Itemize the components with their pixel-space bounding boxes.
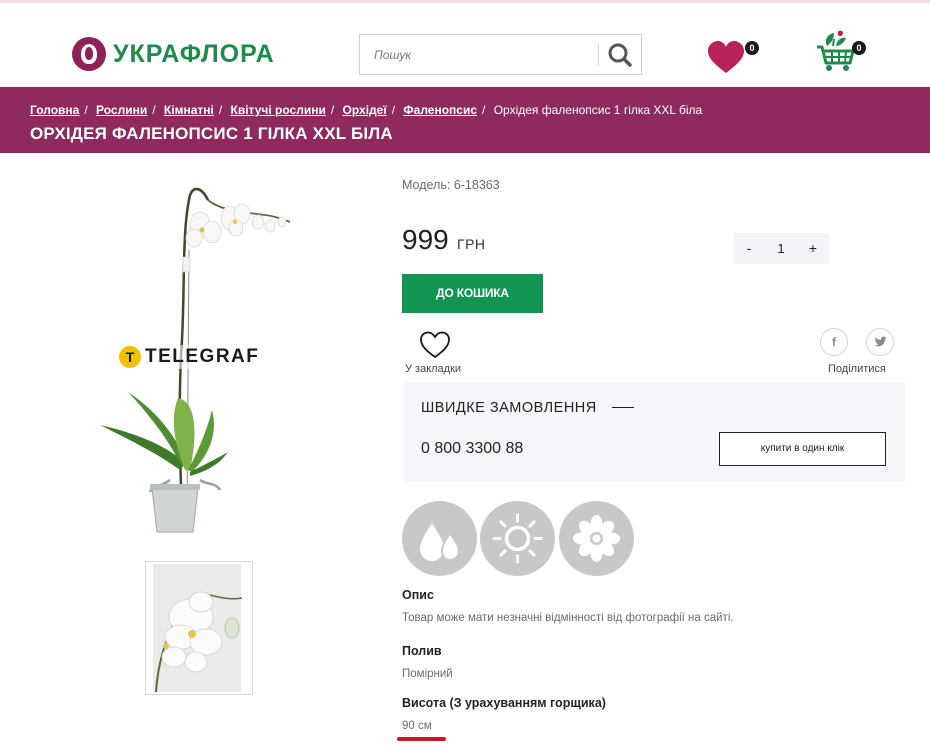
watering-label: Полив bbox=[402, 644, 442, 658]
breadcrumb: Головна / Рослини / Кімнатні / Квітучі росл… bbox=[30, 103, 703, 117]
breadcrumb-flowering[interactable]: Квітучі рослини bbox=[231, 103, 326, 117]
breadcrumb-plants[interactable]: Рослини bbox=[96, 103, 147, 117]
logo-text: УКРАФЛОРА bbox=[113, 39, 275, 68]
search-button[interactable] bbox=[603, 40, 637, 70]
height-value: 90 см bbox=[402, 720, 432, 732]
breadcrumb-phalaenopsis[interactable]: Фаленопсис bbox=[403, 103, 477, 117]
telegraf-watermark: T TELEGRAF bbox=[117, 345, 262, 369]
flower-icon bbox=[573, 515, 620, 562]
care-light-badge bbox=[480, 501, 555, 576]
quick-order-phone[interactable]: 0 800 3300 88 bbox=[421, 440, 523, 458]
bookmark-label: У закладки bbox=[405, 363, 462, 375]
site-logo[interactable]: УКРАФЛОРА bbox=[72, 37, 275, 71]
description-value: Товар може мати незначні відмінності від… bbox=[402, 612, 734, 624]
add-to-bookmarks-button[interactable] bbox=[418, 330, 452, 360]
facebook-icon: f bbox=[832, 335, 836, 349]
quick-order-title: ШВИДКЕ ЗАМОВЛЕННЯ bbox=[421, 400, 597, 416]
search-divider bbox=[598, 44, 599, 66]
product-model: Модель: 6-18363 bbox=[402, 178, 500, 192]
share-label: Поділитися bbox=[828, 363, 886, 375]
search-box bbox=[359, 34, 642, 75]
heart-outline-icon bbox=[420, 331, 450, 359]
sun-icon bbox=[492, 513, 543, 564]
watermark-text: TELEGRAF bbox=[145, 346, 260, 367]
heart-icon bbox=[708, 41, 744, 73]
quantity-decrease-button[interactable]: - bbox=[742, 240, 756, 256]
tulip-logo-icon bbox=[72, 37, 106, 71]
price-currency: ГРН bbox=[457, 236, 486, 252]
breadcrumb-home[interactable]: Головна bbox=[30, 103, 79, 117]
add-to-cart-button[interactable]: ДО КОШИКА bbox=[402, 274, 543, 313]
quick-order-panel: ШВИДКЕ ЗАМОВЛЕННЯ 0 800 3300 88 купити в… bbox=[403, 382, 905, 482]
product-price: 999 bbox=[402, 224, 449, 255]
site-header: УКРАФЛОРА 0 0 bbox=[0, 3, 930, 87]
product-thumbnail[interactable] bbox=[145, 561, 253, 695]
quick-order-dash bbox=[612, 407, 634, 408]
quantity-increase-button[interactable]: + bbox=[806, 240, 820, 256]
height-label: Висота (З урахуванням горщика) bbox=[402, 696, 606, 710]
care-flower-badge bbox=[559, 501, 634, 576]
thumbnail-image bbox=[153, 564, 243, 693]
facebook-share-button[interactable]: f bbox=[820, 328, 848, 356]
twitter-share-button[interactable] bbox=[866, 328, 894, 356]
quantity-stepper: - + bbox=[734, 233, 829, 264]
breadcrumb-indoor[interactable]: Кімнатні bbox=[164, 103, 214, 117]
favorites-count-badge: 0 bbox=[745, 41, 759, 55]
telegraf-logo-icon: T bbox=[119, 346, 141, 368]
highlight-underline bbox=[397, 737, 446, 741]
cart-count-badge: 0 bbox=[852, 41, 866, 55]
quantity-input[interactable] bbox=[770, 238, 792, 258]
favorites-button[interactable]: 0 bbox=[706, 39, 759, 77]
page-title: ОРХІДЕЯ ФАЛЕНОПСИС 1 ГІЛКА XXL БІЛА bbox=[30, 124, 393, 143]
twitter-icon bbox=[874, 336, 887, 347]
watering-value: Помірний bbox=[402, 668, 453, 680]
water-drops-icon bbox=[420, 523, 461, 562]
breadcrumb-orchids[interactable]: Орхідеї bbox=[343, 103, 387, 117]
care-watering-badge bbox=[402, 501, 477, 576]
cart-icon bbox=[817, 30, 855, 71]
search-input[interactable] bbox=[360, 35, 596, 74]
cart-button[interactable]: 0 bbox=[814, 29, 866, 75]
breadcrumb-current: Орхідея фаленопсис 1 гілка XXL біла bbox=[493, 103, 703, 117]
description-label: Опис bbox=[402, 588, 434, 602]
search-icon bbox=[608, 43, 632, 67]
buy-one-click-button[interactable]: купити в один клік bbox=[719, 432, 886, 466]
page-header-band: Головна / Рослини / Кімнатні / Квітучі росл… bbox=[0, 87, 930, 153]
